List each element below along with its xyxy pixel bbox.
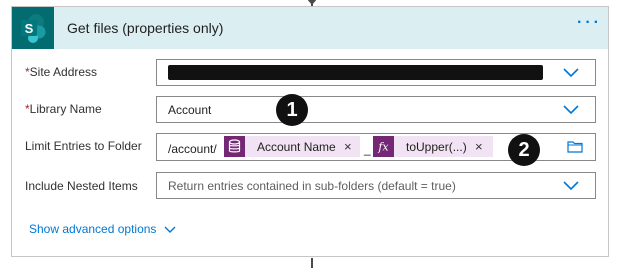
library-name-value: Account <box>168 103 212 117</box>
action-title: Get files (properties only) <box>67 20 224 36</box>
site-address-label: *Site Address <box>25 65 97 79</box>
remove-token-icon[interactable]: × <box>475 139 483 154</box>
action-card: S Get files (properties only) ··· *Site … <box>11 6 609 257</box>
nested-items-field[interactable]: Return entries contained in sub-folders … <box>156 172 596 199</box>
connector-line-bottom <box>311 258 313 268</box>
show-advanced-options-label: Show advanced options <box>29 222 157 236</box>
token-label: Account Name <box>257 140 336 154</box>
nested-items-value: Return entries contained in sub-folders … <box>168 179 456 193</box>
separator-text: _ <box>364 142 371 156</box>
chevron-down-icon[interactable] <box>563 105 579 115</box>
site-address-field[interactable] <box>156 59 596 86</box>
library-name-field[interactable]: Account <box>156 96 596 123</box>
redacted-value <box>168 65 543 80</box>
chevron-down-icon[interactable] <box>563 68 579 78</box>
token-label: toUpper(...) <box>406 140 467 154</box>
chevron-down-icon <box>164 226 176 233</box>
ellipsis-icon[interactable]: ··· <box>577 15 602 31</box>
svg-text:S: S <box>25 21 34 36</box>
folder-icon[interactable] <box>567 140 583 153</box>
library-name-label-text: Library Name <box>29 102 102 116</box>
site-address-label-text: Site Address <box>29 65 98 79</box>
annotation-badge-2: 2 <box>508 134 540 166</box>
library-name-label: *Library Name <box>25 102 102 116</box>
token-toupper[interactable]: fx toUpper(...) × <box>373 136 493 157</box>
action-header[interactable]: S Get files (properties only) ··· <box>12 7 608 49</box>
nested-items-label: Include Nested Items <box>25 179 138 193</box>
limit-folder-label: Limit Entries to Folder <box>25 139 142 153</box>
chevron-down-icon[interactable] <box>563 181 579 191</box>
fx-icon: fx <box>373 136 394 157</box>
svg-text:fx: fx <box>377 141 389 154</box>
connector-arrow-icon <box>306 0 318 5</box>
show-advanced-options-link[interactable]: Show advanced options <box>29 222 176 236</box>
folder-prefix: /account/ <box>168 142 217 156</box>
remove-token-icon[interactable]: × <box>344 139 352 154</box>
token-account-name[interactable]: Account Name × <box>224 136 360 157</box>
sharepoint-logo-icon: S <box>12 7 54 49</box>
annotation-badge-1: 1 <box>276 94 308 126</box>
dataverse-icon <box>224 136 245 157</box>
